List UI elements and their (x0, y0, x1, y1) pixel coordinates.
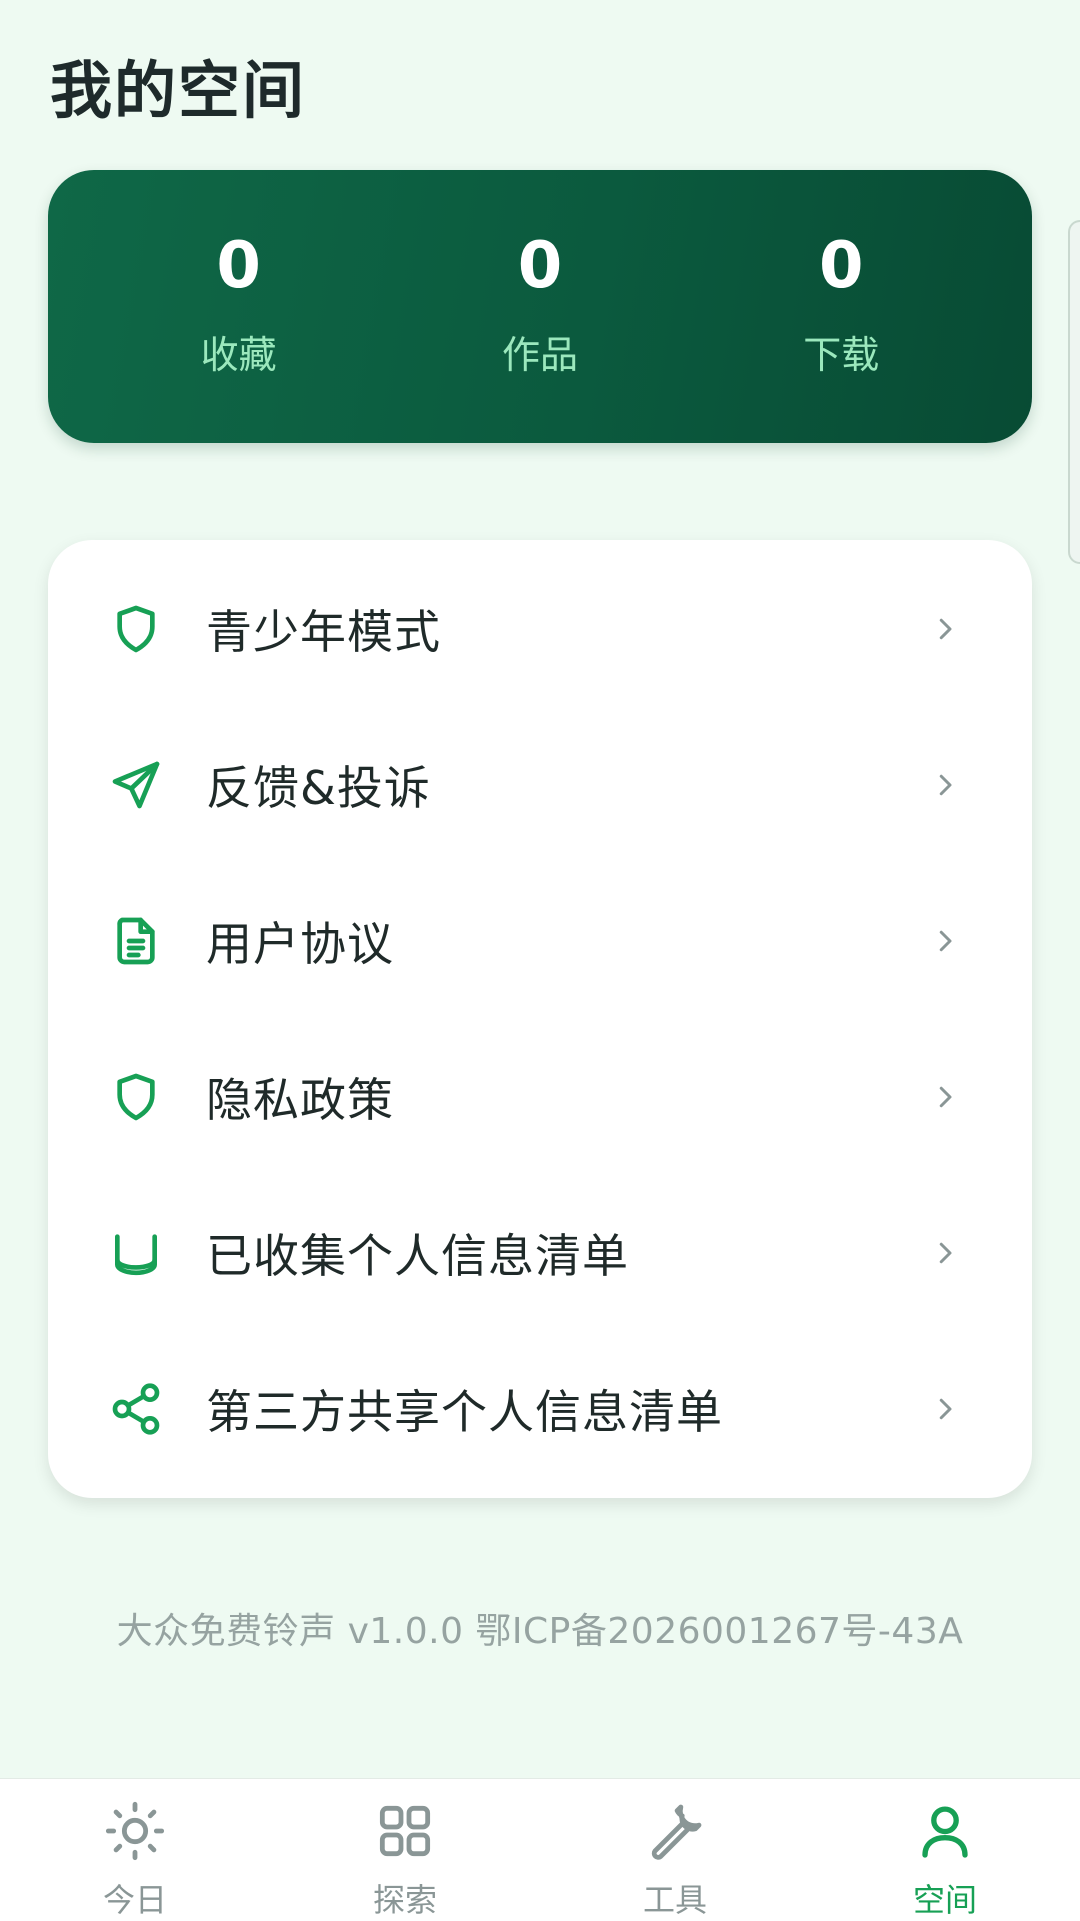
nav-label: 探索 (372, 1881, 437, 1919)
menu-item-label: 青少年模式 (206, 605, 441, 659)
nav-tab-explore[interactable]: 探索 (270, 1779, 540, 1921)
share-icon (108, 1381, 164, 1437)
nav-tab-space[interactable]: 空间 (810, 1779, 1080, 1921)
chevron-right-icon (930, 1082, 960, 1112)
stat-value: 0 (517, 229, 563, 303)
stat-works[interactable]: 0 作品 (420, 234, 660, 379)
stats-card: 0 收藏 0 作品 0 下载 (48, 170, 1032, 443)
nav-tab-tools[interactable]: 工具 (540, 1779, 810, 1921)
menu-item-label: 第三方共享个人信息清单 (206, 1385, 723, 1439)
send-icon (108, 757, 164, 813)
menu-item-label: 用户协议 (206, 917, 394, 971)
wrench-icon (643, 1799, 707, 1867)
shield-icon (108, 601, 164, 657)
sun-icon (103, 1799, 167, 1867)
stat-label: 下载 (803, 333, 880, 377)
menu-item-collected-info[interactable]: 已收集个人信息清单 (48, 1175, 1032, 1331)
user-icon (913, 1799, 977, 1867)
stat-value: 0 (216, 229, 261, 303)
nav-tab-today[interactable]: 今日 (0, 1779, 270, 1921)
side-drawer-handle[interactable] (1068, 220, 1080, 564)
shield-icon (108, 1069, 164, 1125)
chevron-right-icon (930, 926, 960, 956)
menu-item-third-party-sharing[interactable]: 第三方共享个人信息清单 (48, 1331, 1032, 1487)
chevron-right-icon (930, 1394, 960, 1424)
settings-menu: 青少年模式 反馈&投诉 用户协议 隐私政策 已收集个人信息清单 第三方共享个人信… (48, 540, 1032, 1498)
page-title: 我的空间 (50, 54, 307, 127)
menu-item-label: 已收集个人信息清单 (206, 1229, 629, 1283)
chevron-right-icon (930, 1238, 960, 1268)
stat-label: 作品 (501, 333, 578, 377)
menu-item-label: 反馈&投诉 (206, 761, 431, 815)
stat-label: 收藏 (200, 333, 277, 377)
nav-label: 工具 (642, 1881, 707, 1919)
chevron-right-icon (930, 770, 960, 800)
menu-item-user-agreement[interactable]: 用户协议 (48, 863, 1032, 1019)
stat-downloads[interactable]: 0 下载 (721, 234, 961, 379)
database-icon (108, 1225, 164, 1281)
nav-label: 今日 (102, 1881, 167, 1919)
app-version-footer: 大众免费铃声 v1.0.0 鄂ICP备2026001267号-43A (116, 1611, 964, 1652)
stat-favorites[interactable]: 0 收藏 (119, 234, 359, 379)
menu-item-privacy-policy[interactable]: 隐私政策 (48, 1019, 1032, 1175)
stat-value: 0 (819, 229, 864, 303)
document-icon (108, 913, 164, 969)
menu-item-feedback[interactable]: 反馈&投诉 (48, 707, 1032, 863)
grid-icon (373, 1799, 437, 1867)
bottom-navigation: 今日 探索 工具 空间 (0, 1778, 1080, 1921)
menu-item-teen-mode[interactable]: 青少年模式 (48, 551, 1032, 707)
nav-label: 空间 (912, 1881, 977, 1919)
menu-item-label: 隐私政策 (206, 1073, 394, 1127)
chevron-right-icon (930, 614, 960, 644)
